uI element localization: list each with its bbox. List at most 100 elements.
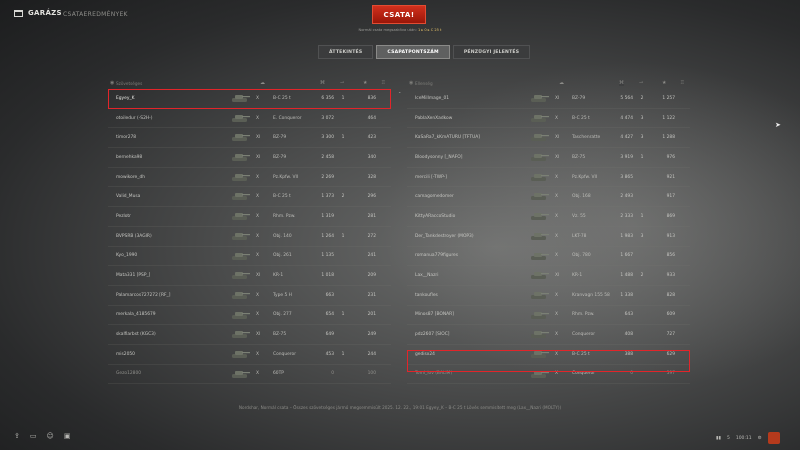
kills-value: 1 <box>341 233 345 239</box>
tank-type-sort-icon[interactable]: ☁ <box>559 80 564 86</box>
player-row[interactable]: skalfiarbst (KGC3) XI BZ-75 649 249 <box>108 325 391 345</box>
damage-value: 0 <box>331 371 334 377</box>
player-row[interactable]: otoiledur (-S2H-) X E. Conqueror 3 072 464 <box>108 109 391 129</box>
player-name[interactable]: romanua779figures <box>415 253 458 258</box>
xp-value: 231 <box>367 292 376 298</box>
player-row[interactable]: Bloodysonny [_NAFO] XI BZ-75 3 919 1 976 <box>407 148 690 168</box>
player-name[interactable]: Palamarcos727272 [RF_] <box>116 293 170 298</box>
chat-icon[interactable]: ▭ <box>30 432 37 440</box>
ping-value: 5 <box>726 435 730 441</box>
damage-sort-icon[interactable]: ⌘ <box>320 80 325 86</box>
player-row[interactable]: Kyo_1990 X Obj. 261 1 135 241 <box>108 247 391 267</box>
player-row[interactable]: KittyARaccoStudio X Vz. 55 2 333 1 869 <box>407 207 690 227</box>
player-name[interactable]: Mata331 [PSP_] <box>116 273 150 278</box>
player-name[interactable]: tankoufles <box>415 293 438 298</box>
team-icon: ◉ <box>409 80 414 86</box>
player-row[interactable]: IceMillmage_01 XI BZ-79 5 564 2 1 257 <box>407 89 690 109</box>
avatar[interactable] <box>767 432 780 444</box>
player-row[interactable]: Pezlotr X Rhm. Pzw. 1 319 281 <box>108 207 391 227</box>
kills-sort-icon[interactable]: ⇀ <box>340 80 344 86</box>
player-name[interactable]: PablaXenXadkow <box>415 116 452 121</box>
player-name[interactable]: mowikore_dh <box>116 175 145 180</box>
tank-name: KR-1 <box>273 273 284 279</box>
player-name[interactable]: Valid_Musa <box>116 194 140 199</box>
tank-name: Conqueror <box>273 351 297 357</box>
bottom-right-toolbar: ▮▮ 5 100:11 ⚙ <box>716 432 780 444</box>
xp-value: 1 288 <box>662 135 675 141</box>
player-name[interactable]: KaSaRa7_kKmATURU [TFTUA] <box>415 135 480 140</box>
player-name[interactable]: Minos87 [BONAR] <box>415 312 454 317</box>
tank-icon <box>531 134 549 142</box>
player-name[interactable]: timor278 <box>116 135 136 140</box>
player-row[interactable]: Valid_Musa X B-C 25 t 1 373 2 296 <box>108 187 391 208</box>
damage-value: 408 <box>624 332 633 338</box>
player-name[interactable]: KittyARaccoStudio <box>415 214 455 219</box>
settings-gear-icon[interactable]: ⚙ <box>758 436 762 441</box>
player-row[interactable]: Gezo12800 X 60TP 0 100 <box>108 365 391 385</box>
player-name[interactable]: Kyo_1990 <box>116 253 137 258</box>
player-row[interactable]: Palamarcos727272 [RF_] X Type 5 H 663 231 <box>108 286 391 306</box>
damage-value: 4 427 <box>620 135 633 141</box>
player-row[interactable]: mercili [-TWP-] X Pz.Kpfw. VII 3 865 921 <box>407 168 690 188</box>
player-row[interactable]: mis2050 X Conqueror 453 1 244 <box>108 345 391 365</box>
garage-label: GARÁZS <box>28 9 62 17</box>
player-name[interactable]: merkala_4185679 <box>116 312 156 317</box>
player-name[interactable]: Tomi_lov (BALIM) <box>415 371 452 376</box>
medal-sort-icon[interactable]: ♖ <box>381 80 385 86</box>
player-name[interactable]: BVPSRB (3AGIR) <box>116 234 152 239</box>
player-row[interactable]: KaSaRa7_kKmATURU [TFTUA] XI Taschenratte 4 … <box>407 128 690 149</box>
tab-financial-report[interactable]: PÉNZÜGYI JELENTÉS <box>452 45 531 59</box>
tank-tier: X <box>256 174 260 180</box>
player-name[interactable]: Gezo12800 <box>116 371 141 376</box>
player-row[interactable]: mowikore_dh X Pz.Kpfw. VII 2 269 328 <box>108 168 391 188</box>
player-row[interactable]: pdz2607 [SIOC] X Conqueror 408 727 <box>407 325 690 345</box>
player-row[interactable]: PablaXenXadkow X B-C 25 t 4 474 3 1 122 <box>407 109 690 129</box>
upload-icon[interactable]: ⇪ <box>14 432 20 440</box>
xp-sort-icon[interactable]: ★ <box>363 80 367 86</box>
player-row[interactable]: merkala_4185679 X Obj. 277 654 1 201 <box>108 306 391 326</box>
tank-name: Obj. 780 <box>572 253 591 259</box>
tank-tier: X <box>256 371 260 377</box>
xp-sort-icon[interactable]: ★ <box>662 80 666 86</box>
player-name[interactable]: otoiledur (-S2H-) <box>116 116 152 121</box>
player-row[interactable]: camagomedomer X Obj. 168 2 493 917 <box>407 187 690 208</box>
battle-button[interactable]: CSATA! <box>372 5 426 24</box>
tank-name: Obj. 168 <box>572 194 591 200</box>
allied-team-label: Szövetséges <box>116 80 143 86</box>
player-name[interactable]: mis2050 <box>116 352 135 357</box>
player-name[interactable]: Lax__Nazri <box>415 273 438 278</box>
player-name[interactable]: mercili [-TWP-] <box>415 175 447 180</box>
player-row[interactable]: Lax__Nazri XI KR-1 1 488 2 933 <box>407 266 690 286</box>
player-row[interactable]: Mata331 [PSP_] XI KR-1 1 018 209 <box>108 266 391 286</box>
notifications-icon[interactable]: ▣ <box>64 432 71 440</box>
player-row[interactable]: Der_Tankdestroyer (MOP3) X LKT-78 1 983 3 913 <box>407 227 690 247</box>
player-name[interactable]: bernehka98 <box>116 155 142 160</box>
player-name[interactable]: skalfiarbst (KGC3) <box>116 332 156 337</box>
contacts-icon[interactable]: ☺ <box>47 432 54 440</box>
damage-value: 2 333 <box>620 213 633 219</box>
player-row[interactable]: tankoufles X Kranvagn 155 58 1 338 828 <box>407 286 690 306</box>
xp-value: 869 <box>666 213 675 219</box>
tab-overview[interactable]: ÁTTEKINTÉS <box>318 45 374 59</box>
player-row[interactable]: bernehka98 XI BZ-79 2 458 340 <box>108 148 391 168</box>
player-row[interactable]: timor278 XI BZ-79 3 300 1 423 <box>108 128 391 149</box>
tank-type-sort-icon[interactable]: ☁ <box>260 80 265 86</box>
tank-tier: XI <box>256 332 261 338</box>
player-row[interactable]: BVPSRB (3AGIR) X Obj. 140 1 264 1 272 <box>108 227 391 247</box>
battle-results-nav[interactable]: CSATAEREDMÉNYEK <box>63 11 128 18</box>
player-name[interactable]: Bloodysonny [_NAFO] <box>415 155 462 160</box>
medal-sort-icon[interactable]: ♖ <box>680 80 684 86</box>
kills-sort-icon[interactable]: ⇀ <box>639 80 643 86</box>
player-name[interactable]: camagomedomer <box>415 194 454 199</box>
tank-name: BZ-79 <box>273 135 287 141</box>
tab-team-score[interactable]: CSAPATPONTSZÁM <box>376 45 450 59</box>
player-name[interactable]: IceMillmage_01 <box>415 96 449 101</box>
damage-value: 5 564 <box>620 95 633 101</box>
player-name[interactable]: pdz2607 [SIOC] <box>415 332 449 337</box>
damage-sort-icon[interactable]: ⌘ <box>619 80 624 86</box>
player-name[interactable]: Der_Tankdestroyer (MOP3) <box>415 234 474 239</box>
player-row[interactable]: romanua779figures X Obj. 780 1 667 856 <box>407 247 690 267</box>
garage-nav[interactable]: GARÁZS <box>14 9 62 17</box>
player-name[interactable]: Pezlotr <box>116 214 131 219</box>
player-row[interactable]: Minos87 [BONAR] X Rhm. Pzw. 643 609 <box>407 306 690 326</box>
